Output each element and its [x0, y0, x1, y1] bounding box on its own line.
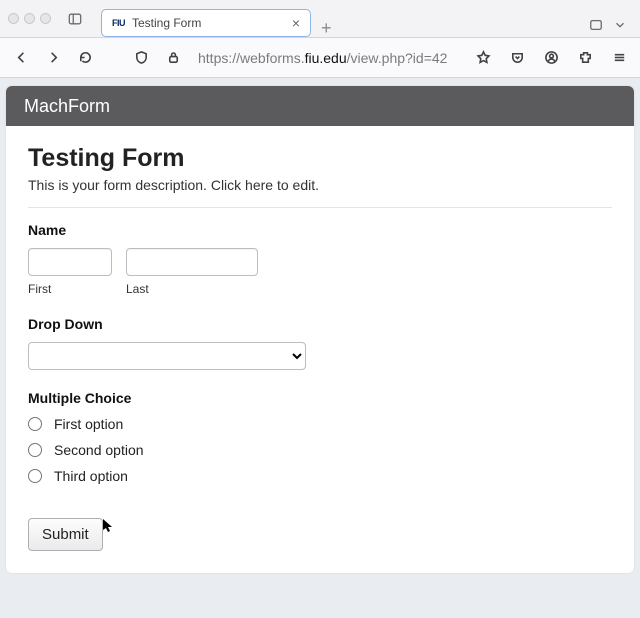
sidebar-toggle[interactable]: [63, 7, 87, 31]
tracking-shield-icon[interactable]: [128, 45, 154, 71]
nav-back-button[interactable]: [8, 45, 34, 71]
extensions-icon[interactable]: [572, 45, 598, 71]
dropdown-select[interactable]: [28, 342, 306, 370]
new-tab-button[interactable]: +: [321, 19, 332, 37]
first-name-sublabel: First: [28, 282, 112, 296]
tab-title: Testing Form: [132, 16, 285, 30]
nav-forward-button[interactable]: [40, 45, 66, 71]
pocket-icon[interactable]: [504, 45, 530, 71]
active-tab[interactable]: FIU Testing Form ×: [101, 9, 311, 37]
bookmark-star-icon[interactable]: [470, 45, 496, 71]
lock-icon[interactable]: [160, 45, 186, 71]
radio-input-3[interactable]: [28, 469, 42, 483]
form-description[interactable]: This is your form description. Click her…: [28, 177, 612, 193]
radio-input-1[interactable]: [28, 417, 42, 431]
brand-header: MachForm: [6, 86, 634, 126]
browser-toolbar: https://webforms.fiu.edu/view.php?id=42: [0, 38, 640, 78]
traffic-zoom[interactable]: [40, 13, 51, 24]
tab-strip: FIU Testing Form × +: [101, 0, 632, 37]
form-title: Testing Form: [28, 144, 612, 173]
tabs-overview-button[interactable]: [584, 13, 608, 37]
tabs-dropdown-button[interactable]: [608, 13, 632, 37]
window-controls: [8, 13, 51, 24]
app-menu-icon[interactable]: [606, 45, 632, 71]
page-viewport: MachForm Testing Form This is your form …: [0, 78, 640, 581]
dropdown-label: Drop Down: [28, 316, 612, 332]
radio-option-3[interactable]: Third option: [28, 468, 612, 484]
brand-title: MachForm: [24, 96, 110, 117]
radio-option-1[interactable]: First option: [28, 416, 612, 432]
traffic-close[interactable]: [8, 13, 19, 24]
name-label: Name: [28, 222, 612, 238]
address-bar[interactable]: https://webforms.fiu.edu/view.php?id=42: [192, 50, 464, 66]
divider: [28, 207, 612, 208]
radio-option-2[interactable]: Second option: [28, 442, 612, 458]
submit-button[interactable]: Submit: [28, 518, 103, 551]
tab-close-icon[interactable]: ×: [292, 16, 300, 30]
multiple-choice-label: Multiple Choice: [28, 390, 612, 406]
nav-reload-button[interactable]: [72, 45, 98, 71]
url-text: https://webforms.fiu.edu/view.php?id=42: [198, 50, 447, 66]
radio-label-3: Third option: [54, 468, 128, 484]
radio-list: First option Second option Third option: [28, 416, 612, 484]
radio-label-2: Second option: [54, 442, 144, 458]
account-icon[interactable]: [538, 45, 564, 71]
form-card: MachForm Testing Form This is your form …: [6, 86, 634, 573]
first-name-input[interactable]: [28, 248, 112, 276]
radio-label-1: First option: [54, 416, 123, 432]
name-row: First Last: [28, 248, 612, 296]
radio-input-2[interactable]: [28, 443, 42, 457]
window-titlebar: FIU Testing Form × +: [0, 0, 640, 38]
last-name-input[interactable]: [126, 248, 258, 276]
traffic-minimize[interactable]: [24, 13, 35, 24]
tab-favicon: FIU: [112, 18, 125, 28]
last-name-sublabel: Last: [126, 282, 258, 296]
form-body: Testing Form This is your form descripti…: [6, 126, 634, 573]
